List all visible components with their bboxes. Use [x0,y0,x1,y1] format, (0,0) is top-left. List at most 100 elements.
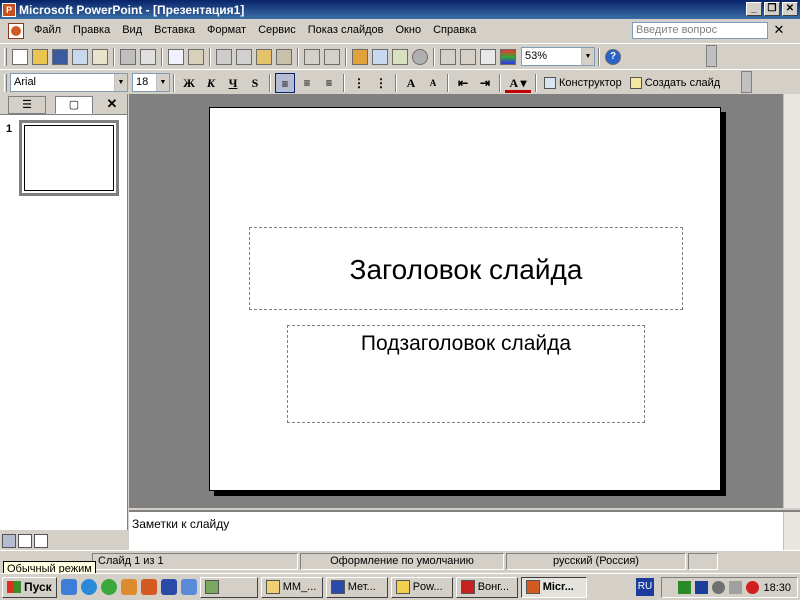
email-icon[interactable] [92,48,108,65]
italic-button[interactable]: К [201,73,221,93]
align-left-button[interactable]: ≡ [275,72,295,93]
powerpoint-quicklaunch-icon[interactable] [140,579,157,595]
player-icon[interactable] [695,581,709,594]
toolbar-options-chevron[interactable] [741,71,752,93]
open-icon[interactable] [32,48,48,65]
print-icon[interactable] [120,48,136,65]
menu-window[interactable]: Окно [390,19,428,42]
menu-tools[interactable]: Сервис [252,19,302,42]
taskbar-item-powerpoint-doc[interactable]: Pow... [390,576,453,598]
copy-icon[interactable] [236,48,252,65]
show-formatting-icon[interactable] [460,48,476,65]
underline-button[interactable]: Ч [223,73,243,93]
menu-format[interactable]: Формат [201,19,252,42]
notes-pane[interactable]: Заметки к слайду [129,510,800,550]
document-close-button[interactable]: ✕ [772,21,786,39]
notes-scrollbar[interactable] [783,512,800,550]
toolbar-grip[interactable] [4,73,7,92]
start-button[interactable]: Пуск [2,576,57,598]
font-color-button[interactable]: A ▾ [505,73,531,93]
chevron-down-icon[interactable]: ▼ [114,74,127,91]
format-painter-icon[interactable] [276,48,292,65]
permission-icon[interactable] [72,48,88,65]
taskbar-item-app[interactable] [199,576,258,598]
taskbar-item-word[interactable]: Мет... [325,576,388,598]
close-button[interactable]: ✕ [782,2,798,16]
bullets-button[interactable]: ⋮ [371,73,391,93]
word-quicklaunch-icon[interactable] [160,579,177,595]
menu-slideshow[interactable]: Показ слайдов [302,19,390,42]
slide-thumbnail[interactable] [19,120,119,196]
taskbar-item-powerpoint[interactable]: Micr... [520,576,587,598]
slide-sorter-view-button[interactable] [18,534,32,548]
help-icon[interactable]: ? [605,48,621,65]
icq-icon[interactable] [100,579,117,595]
expand-all-icon[interactable] [440,48,456,65]
toolbar-grip[interactable] [4,47,7,66]
separator [173,73,175,92]
tray-app-icon[interactable] [729,581,743,594]
undo-icon[interactable] [304,48,320,65]
decrease-indent-button[interactable]: ⇤ [453,73,473,93]
zoom-select[interactable]: 53% ▼ [521,47,595,66]
minimize-button[interactable]: _ [746,2,762,16]
menu-help[interactable]: Справка [427,19,482,42]
increase-font-button[interactable]: A [401,73,421,93]
decrease-font-button[interactable]: A [423,73,443,93]
shadow-button[interactable]: S [245,73,265,93]
taskbar-item-pdf[interactable]: Вонг... [455,576,518,598]
volume-icon[interactable] [712,581,726,594]
increase-indent-button[interactable]: ⇥ [475,73,495,93]
help-search-input[interactable]: Введите вопрос [632,22,768,39]
bold-button[interactable]: Ж [179,73,199,93]
slide-title-placeholder[interactable]: Заголовок слайда [249,227,683,310]
taskbar-item-folder[interactable]: MM_... [260,576,323,598]
numbering-button[interactable]: ⋮ [349,73,369,93]
pane-close-button[interactable]: ✕ [104,96,120,112]
align-center-button[interactable]: ≡ [297,73,317,93]
outlook-icon[interactable] [120,579,137,595]
folder-icon [265,580,280,594]
document-icon[interactable] [8,22,24,39]
explorer-icon[interactable] [180,579,197,595]
cut-icon[interactable] [216,48,232,65]
research-icon[interactable] [188,48,204,65]
slideshow-view-button[interactable] [34,534,48,548]
redo-icon[interactable] [324,48,340,65]
designer-button[interactable]: Конструктор [540,76,626,89]
menu-edit[interactable]: Правка [67,19,116,42]
align-right-button[interactable]: ≡ [319,73,339,93]
menu-view[interactable]: Вид [116,19,148,42]
font-select[interactable]: Arial ▼ [10,73,128,92]
language-indicator[interactable]: RU [636,578,654,596]
normal-view-button[interactable] [2,534,16,548]
font-size-select[interactable]: 18 ▼ [132,73,170,92]
slide-canvas[interactable]: Заголовок слайда Подзаголовок слайда [209,107,721,491]
new-icon[interactable] [12,48,28,65]
tab-outline[interactable]: ☰ [8,96,46,114]
chevron-down-icon[interactable]: ▼ [156,74,169,91]
toolbar-options-chevron[interactable] [706,45,717,67]
spelling-icon[interactable] [168,48,184,65]
restore-button[interactable]: ❐ [764,2,780,16]
tab-slides[interactable]: ▢ [55,96,93,114]
color-grayscale-icon[interactable] [500,48,516,65]
paste-icon[interactable] [256,48,272,65]
chevron-down-icon[interactable]: ▼ [581,48,594,65]
print-preview-icon[interactable] [140,48,156,65]
media-player-icon[interactable] [60,579,77,595]
network-icon[interactable] [678,581,692,594]
menu-insert[interactable]: Вставка [148,19,201,42]
antivirus-icon[interactable] [746,581,760,594]
insert-chart-icon[interactable] [352,48,368,65]
save-icon[interactable] [52,48,68,65]
browser-icon[interactable] [80,579,97,595]
vertical-scrollbar[interactable] [783,94,800,508]
new-slide-button[interactable]: Создать слайд [626,76,724,89]
show-grid-icon[interactable] [480,48,496,65]
menu-file[interactable]: Файл [28,19,67,42]
insert-table-icon[interactable] [372,48,388,65]
hyperlink-icon[interactable] [412,48,428,65]
slide-subtitle-placeholder[interactable]: Подзаголовок слайда [287,325,645,423]
tables-borders-icon[interactable] [392,48,408,65]
